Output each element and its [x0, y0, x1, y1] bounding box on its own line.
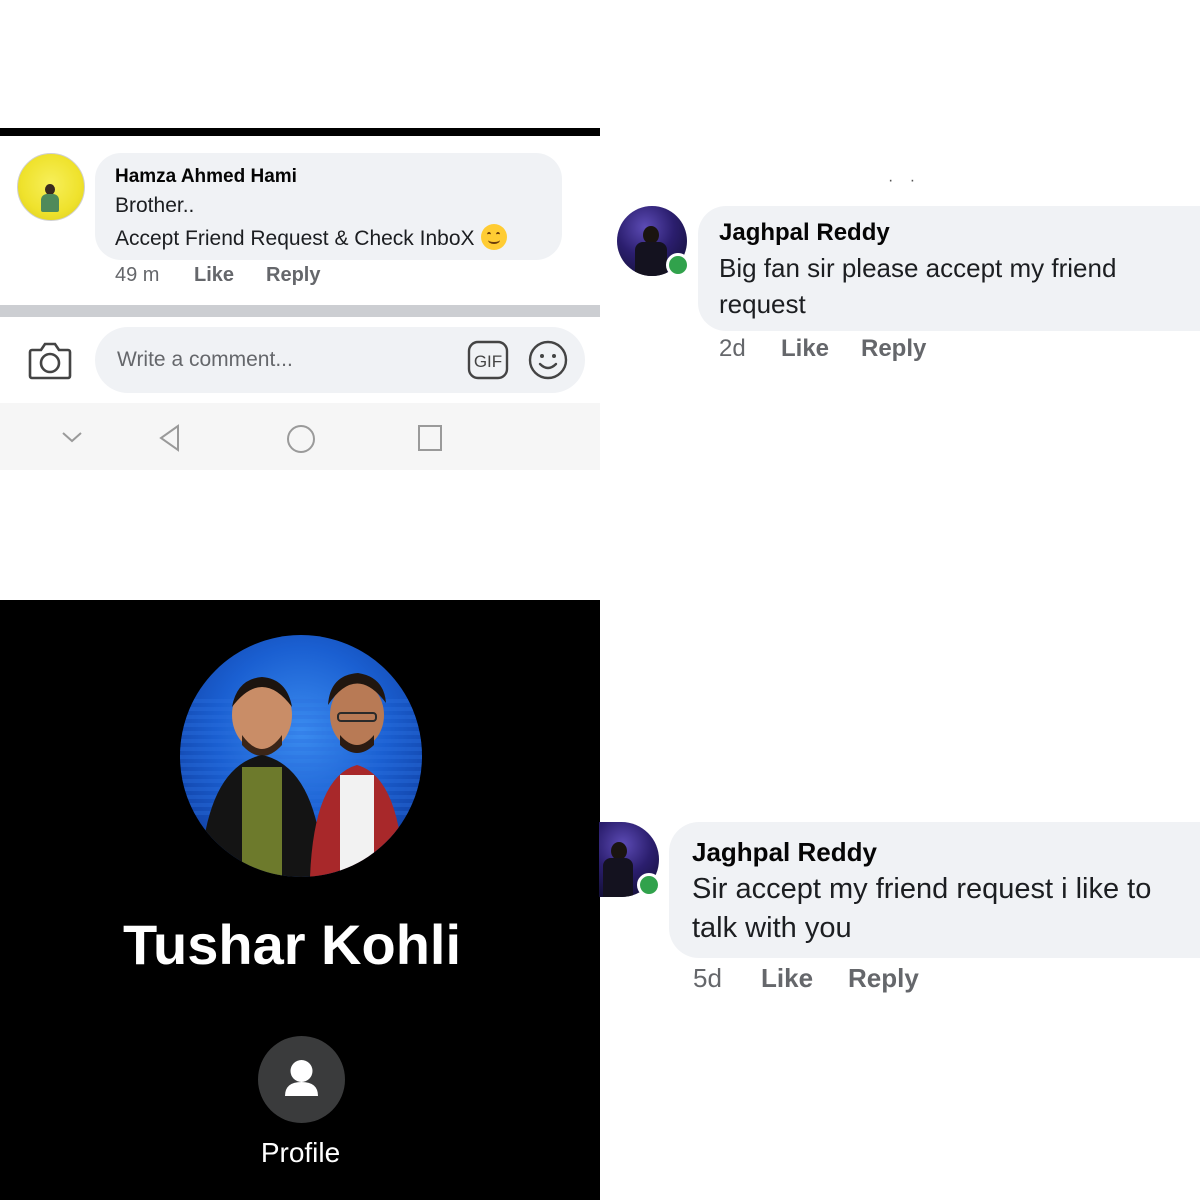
comment-text: Accept Friend Request & Check InboX — [115, 227, 475, 250]
profile-button-label[interactable]: Profile — [200, 1137, 401, 1169]
home-circle-icon[interactable] — [285, 423, 317, 455]
like-button[interactable]: Like — [194, 264, 234, 287]
section-divider — [0, 305, 600, 317]
online-status-dot — [637, 873, 661, 897]
profile-name: Tushar Kohli — [122, 913, 462, 976]
smiling-face-icon — [480, 224, 507, 250]
profile-button[interactable] — [258, 1036, 345, 1123]
like-button[interactable]: Like — [781, 335, 829, 363]
gif-icon[interactable]: GIF — [467, 340, 509, 380]
top-divider — [0, 128, 600, 136]
comment-text: Sir accept my friend request i like to t… — [692, 873, 1152, 944]
reply-button[interactable]: Reply — [861, 335, 926, 363]
comment-timestamp: 5d — [693, 963, 722, 993]
camera-icon[interactable] — [28, 340, 72, 380]
like-button[interactable]: Like — [761, 963, 813, 994]
chevron-down-icon[interactable] — [60, 423, 84, 453]
comment-author[interactable]: Jaghpal Reddy — [692, 837, 877, 868]
gif-label: GIF — [474, 352, 502, 371]
back-triangle-icon[interactable] — [156, 423, 184, 453]
separator-dots: · · — [888, 172, 922, 189]
avatar[interactable] — [17, 153, 85, 221]
person-icon — [285, 1060, 318, 1096]
reply-button[interactable]: Reply — [848, 963, 919, 994]
comment-text-line-2: Accept Friend Request & Check InboX — [115, 224, 507, 251]
comment-text: Big fan sir please accept my friend requ… — [719, 253, 1117, 319]
smiley-icon[interactable] — [527, 339, 569, 381]
comment-author[interactable]: Jaghpal Reddy — [719, 219, 890, 247]
recents-square-icon[interactable] — [416, 423, 444, 453]
online-status-dot — [666, 253, 690, 277]
reply-button[interactable]: Reply — [266, 264, 320, 287]
comment-timestamp: 2d — [719, 335, 746, 362]
profile-picture[interactable] — [180, 635, 422, 877]
comment-author[interactable]: Hamza Ahmed Hami — [115, 166, 297, 188]
comment-input[interactable] — [115, 347, 449, 373]
comment-timestamp: 49 m — [115, 264, 160, 286]
comment-text-line-1: Brother.. — [115, 194, 195, 217]
comment-input-box[interactable] — [95, 327, 585, 393]
